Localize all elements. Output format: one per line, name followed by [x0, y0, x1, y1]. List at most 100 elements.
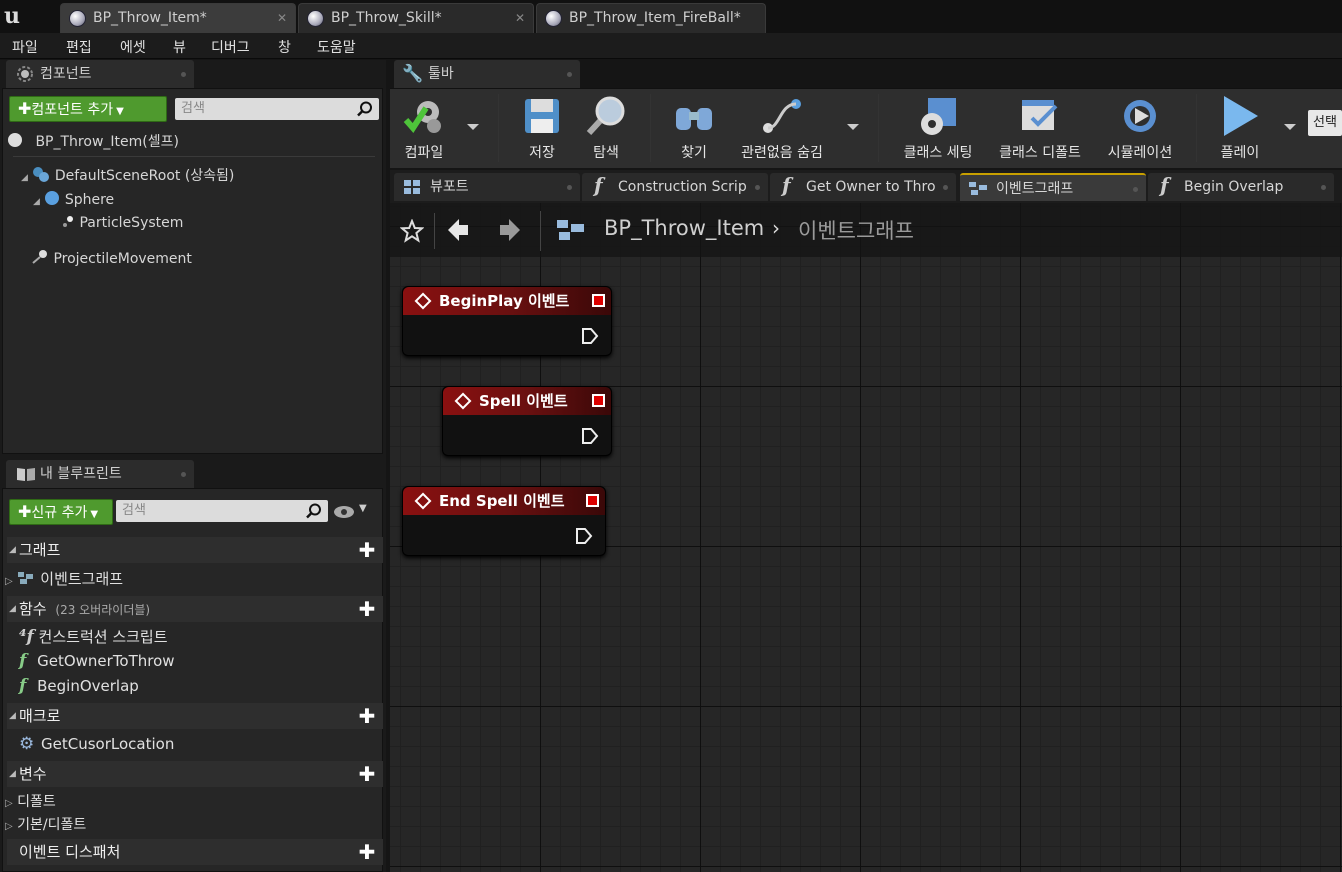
tab-construction-script[interactable]: f Construction Scrip: [582, 173, 768, 201]
variable-group-default[interactable]: ▷ 디폴트: [5, 791, 56, 811]
tab-begin-overlap[interactable]: f Begin Overlap: [1148, 173, 1334, 201]
delegate-pin-icon[interactable]: [592, 394, 605, 407]
function-item-begin-overlap[interactable]: f BeginOverlap: [19, 676, 139, 696]
blueprint-sphere-icon: [308, 11, 323, 26]
menu-edit[interactable]: 편집: [66, 37, 92, 57]
menu-file[interactable]: 파일: [12, 37, 38, 57]
find-button[interactable]: 찾기: [666, 90, 722, 166]
document-tab-bp-throw-item[interactable]: BP_Throw_Item* ✕: [60, 3, 296, 33]
delegate-pin-icon[interactable]: [592, 294, 605, 307]
add-function-icon[interactable]: ✚: [357, 599, 377, 619]
graph-item-event-graph[interactable]: ▷ 이벤트그래프: [5, 568, 123, 589]
menu-debug[interactable]: 디버그: [211, 37, 250, 57]
component-sphere[interactable]: ◢ Sphere: [33, 190, 114, 208]
expand-arrow-icon[interactable]: ◢: [21, 173, 28, 183]
debug-object-select[interactable]: 선택: [1308, 110, 1342, 136]
star-icon[interactable]: [400, 219, 424, 243]
my-blueprint-search-input[interactable]: 검색: [116, 500, 328, 522]
class-settings-icon: [921, 98, 956, 135]
compile-options-dropdown-icon[interactable]: [467, 124, 479, 130]
simulation-button[interactable]: 시뮬레이션: [1098, 90, 1182, 166]
event-graph-icon: [969, 182, 987, 195]
tab-menu-dot-icon[interactable]: [1133, 187, 1138, 192]
forward-arrow-icon[interactable]: [498, 217, 522, 243]
breadcrumb-graph[interactable]: 이벤트그래프: [798, 215, 914, 245]
play-options-dropdown-icon[interactable]: [1284, 124, 1296, 130]
document-tab-bp-throw-skill[interactable]: BP_Throw_Skill* ✕: [298, 3, 534, 33]
menu-asset[interactable]: 에셋: [120, 37, 146, 57]
function-item-get-owner-to-throw[interactable]: f GetOwnerToThrow: [19, 651, 175, 671]
component-particle-system[interactable]: ParticleSystem: [61, 215, 183, 231]
document-tab-bp-throw-item-fireball[interactable]: BP_Throw_Item_FireBall*: [536, 3, 766, 33]
category-macros[interactable]: ◢ 매크로 ✚: [7, 703, 383, 729]
macro-item-get-cusor-location[interactable]: ⚙ GetCusorLocation: [19, 734, 174, 754]
function-item-construction-script[interactable]: ⁴f 컨스트럭션 스크립트: [19, 626, 168, 647]
exec-output-pin-icon[interactable]: [581, 427, 599, 445]
tab-get-owner-to-throw[interactable]: f Get Owner to Thro: [770, 173, 956, 201]
tab-menu-dot-icon[interactable]: [567, 72, 572, 77]
compile-button[interactable]: 컴파일: [396, 90, 452, 166]
expand-arrow-icon[interactable]: ▷: [5, 576, 13, 587]
visibility-dropdown[interactable]: ▼: [333, 503, 373, 521]
components-search-input[interactable]: 검색: [175, 98, 379, 120]
add-component-label: 컴포넌트 추가: [31, 102, 114, 118]
exec-output-pin-icon[interactable]: [575, 527, 593, 545]
tab-menu-dot-icon[interactable]: [943, 185, 948, 190]
collapse-arrow-icon[interactable]: ◢: [9, 537, 16, 563]
hide-unrelated-button[interactable]: 관련없음 숨김: [734, 90, 830, 166]
event-node-spell[interactable]: Spell 이벤트: [442, 386, 612, 456]
wrench-icon: 🔧: [402, 64, 424, 84]
hide-unrelated-dropdown-icon[interactable]: [847, 124, 859, 130]
add-new-button[interactable]: ✚신규 추가 ▼: [9, 499, 113, 525]
close-icon[interactable]: ✕: [515, 4, 525, 32]
delegate-pin-icon[interactable]: [586, 494, 599, 507]
component-projectile-movement[interactable]: ProjectileMovement: [31, 249, 192, 267]
tab-components[interactable]: 컴포넌트: [6, 60, 194, 88]
expand-arrow-icon[interactable]: ▷: [5, 798, 13, 809]
play-button[interactable]: 플레이: [1208, 90, 1272, 166]
event-node-beginplay[interactable]: BeginPlay 이벤트: [402, 286, 612, 356]
tab-my-blueprint[interactable]: 내 블루프린트: [6, 460, 194, 488]
tab-event-graph[interactable]: 이벤트그래프: [960, 173, 1146, 201]
menu-window[interactable]: 창: [278, 37, 291, 57]
tab-viewport[interactable]: 뷰포트: [394, 173, 580, 201]
save-button[interactable]: 저장: [516, 90, 568, 166]
class-defaults-button[interactable]: 클래스 디폴트: [992, 90, 1088, 166]
category-variables[interactable]: ◢ 변수 ✚: [7, 761, 383, 787]
collapse-arrow-icon[interactable]: ◢: [9, 596, 16, 622]
tab-menu-dot-icon[interactable]: [181, 72, 186, 77]
tab-menu-dot-icon[interactable]: [755, 185, 760, 190]
expand-arrow-icon[interactable]: ◢: [33, 197, 40, 207]
tab-menu-dot-icon[interactable]: [181, 472, 186, 477]
menu-help[interactable]: 도움말: [317, 37, 356, 57]
close-icon[interactable]: ✕: [277, 4, 287, 32]
expand-arrow-icon[interactable]: ▷: [5, 821, 13, 832]
back-arrow-icon[interactable]: [446, 217, 470, 243]
variable-group-basic-default[interactable]: ▷ 기본/디폴트: [5, 814, 86, 834]
class-settings-button[interactable]: 클래스 세팅: [894, 90, 982, 166]
tab-menu-dot-icon[interactable]: [1321, 185, 1326, 190]
add-macro-icon[interactable]: ✚: [357, 706, 377, 726]
category-functions[interactable]: ◢ 함수 (23 오버라이더블) ✚: [7, 596, 383, 622]
event-node-end-spell[interactable]: End Spell 이벤트: [402, 486, 606, 556]
category-event-dispatchers[interactable]: 이벤트 디스패처 ✚: [7, 839, 383, 865]
browse-button[interactable]: 탐색: [580, 90, 632, 166]
collapse-arrow-icon[interactable]: ◢: [9, 703, 16, 729]
menu-view[interactable]: 뷰: [173, 37, 186, 57]
tab-menu-dot-icon[interactable]: [567, 185, 572, 190]
search-icon[interactable]: [306, 503, 322, 519]
breadcrumb-blueprint[interactable]: BP_Throw_Item: [604, 216, 764, 240]
component-self-item[interactable]: BP_Throw_Item(셀프): [7, 131, 179, 151]
category-label: 함수: [19, 600, 47, 618]
add-component-button[interactable]: ✚컴포넌트 추가 ▼: [9, 96, 167, 122]
search-icon[interactable]: [357, 101, 373, 117]
tab-toolbar[interactable]: 🔧 툴바: [394, 60, 580, 88]
document-tab-label: BP_Throw_Item*: [93, 10, 207, 26]
add-event-dispatcher-icon[interactable]: ✚: [357, 842, 377, 862]
collapse-arrow-icon[interactable]: ◢: [9, 761, 16, 787]
add-variable-icon[interactable]: ✚: [357, 764, 377, 784]
exec-output-pin-icon[interactable]: [581, 327, 599, 345]
category-graphs[interactable]: ◢ 그래프 ✚: [7, 537, 383, 563]
add-graph-icon[interactable]: ✚: [357, 540, 377, 560]
component-default-scene-root[interactable]: ◢ DefaultSceneRoot (상속됨): [21, 165, 234, 185]
